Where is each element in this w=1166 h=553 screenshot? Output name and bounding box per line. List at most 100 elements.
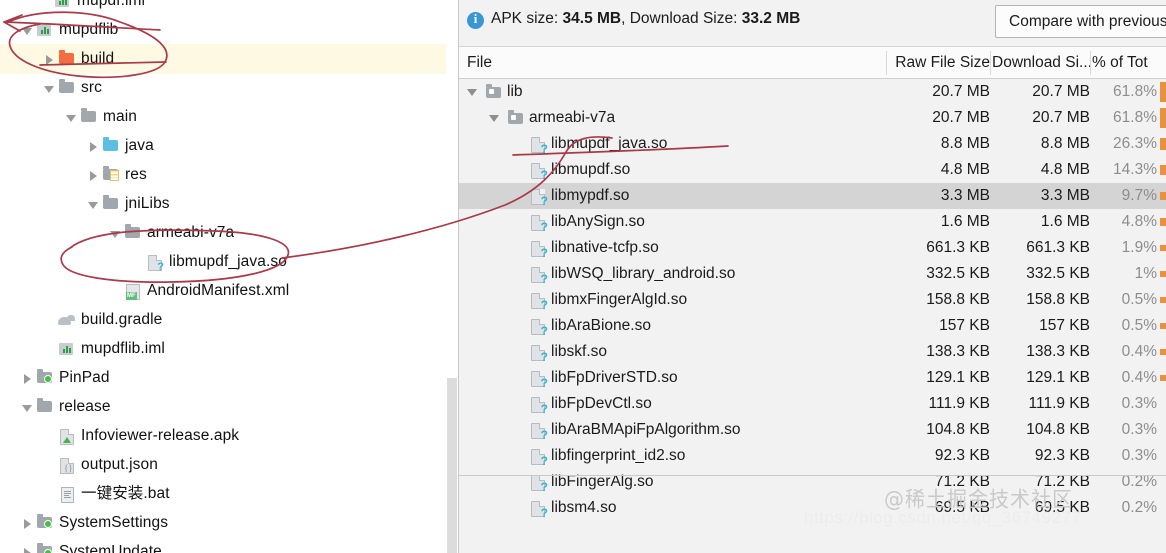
no-chevron-spacer xyxy=(44,431,55,442)
percent-of-total-cell: 0.5% xyxy=(1121,291,1157,308)
column-divider-1[interactable] xyxy=(886,51,887,75)
chevron-right-icon[interactable] xyxy=(22,518,33,529)
compare-with-previous-button[interactable]: Compare with previous ... xyxy=(995,5,1166,38)
chevron-right-icon[interactable] xyxy=(44,54,55,65)
column-header-download-size[interactable]: Download Si... xyxy=(992,47,1090,78)
table-row[interactable]: ? libmxFingerAlgId.so 158.8 KB 158.8 KB 0.5% xyxy=(459,287,1166,313)
tree-row[interactable]: MF AndroidManifest.xml xyxy=(0,276,446,306)
percent-of-total-cell: 1% xyxy=(1134,265,1157,282)
tree-row-label: res xyxy=(125,166,147,183)
table-row[interactable]: ? libFpDevCtl.so 111.9 KB 111.9 KB 0.3% xyxy=(459,391,1166,417)
tree-row[interactable]: SystemUpdate xyxy=(0,537,446,553)
table-row[interactable]: ? libskf.so 138.3 KB 138.3 KB 0.4% xyxy=(459,339,1166,365)
no-chevron-spacer xyxy=(40,0,51,7)
table-row[interactable]: ? libAraBione.so 157 KB 157 KB 0.5% xyxy=(459,313,1166,339)
table-row[interactable]: ? libnative-tcfp.so 661.3 KB 661.3 KB 1.9% xyxy=(459,235,1166,261)
tree-row[interactable]: PinPad xyxy=(0,363,446,393)
project-tree-scrollbar[interactable] xyxy=(446,0,458,553)
download-size-cell: 138.3 KB xyxy=(1026,343,1090,360)
so-file-icon: ? xyxy=(529,422,548,441)
percent-of-total-cell: 61.8% xyxy=(1113,83,1157,100)
tree-row[interactable]: 一键安装.bat xyxy=(0,479,446,509)
tree-row[interactable]: release xyxy=(0,392,446,422)
tree-row-label: build.gradle xyxy=(81,311,163,328)
chevron-right-icon[interactable] xyxy=(22,547,33,553)
percent-bar xyxy=(1160,296,1166,304)
tree-row[interactable]: mupdf.iml xyxy=(0,0,446,16)
no-chevron-spacer xyxy=(44,344,55,355)
percent-of-total-cell: 61.8% xyxy=(1113,109,1157,126)
tree-row[interactable]: Infoviewer-release.apk xyxy=(0,421,446,451)
bat-icon xyxy=(58,486,76,503)
summary-comma: , xyxy=(621,10,626,27)
chevron-right-icon[interactable] xyxy=(88,170,99,181)
chevron-down-icon[interactable] xyxy=(22,25,33,36)
so-file-icon: ? xyxy=(529,396,548,415)
download-size-cell: 332.5 KB xyxy=(1026,265,1090,282)
tree-row[interactable]: build xyxy=(0,44,446,74)
iml-icon xyxy=(36,22,54,38)
chevron-down-icon[interactable] xyxy=(66,112,77,123)
chevron-down-icon[interactable] xyxy=(110,228,121,239)
raw-file-size-cell: 20.7 MB xyxy=(932,83,990,100)
table-row[interactable]: ? libmupdf_java.so 8.8 MB 8.8 MB 26.3% xyxy=(459,131,1166,157)
module-folder-icon xyxy=(36,369,54,386)
column-header-raw-file-size[interactable]: Raw File Size xyxy=(888,47,990,78)
project-tree-panel[interactable]: mupdf.iml mupdflib build src main java res jniL… xyxy=(0,0,446,553)
table-row[interactable]: ? libAraBMApiFpAlgorithm.so 104.8 KB 104.8 … xyxy=(459,417,1166,443)
chevron-down-icon[interactable] xyxy=(489,113,500,124)
tree-row[interactable]: mupdflib xyxy=(0,15,446,45)
tree-row[interactable]: mupdflib.iml xyxy=(0,334,446,364)
tree-row[interactable]: SystemSettings xyxy=(0,508,446,538)
download-size-label: Download Size: xyxy=(629,10,738,27)
percent-of-total-cell: 0.3% xyxy=(1121,421,1157,438)
scrollbar-thumb[interactable] xyxy=(447,378,457,553)
download-size-value: 33.2 MB xyxy=(741,10,801,27)
chevron-down-icon[interactable] xyxy=(44,83,55,94)
apk-icon xyxy=(58,428,76,445)
chevron-down-icon[interactable] xyxy=(88,199,99,210)
download-size-cell: 20.7 MB xyxy=(1032,109,1090,126)
table-row[interactable]: lib 20.7 MB 20.7 MB 61.8% xyxy=(459,79,1166,105)
column-header-percent-of-total[interactable]: % of Tot xyxy=(1092,47,1148,78)
tree-row[interactable]: armeabi-v7a xyxy=(0,218,446,248)
percent-bar xyxy=(1160,165,1166,175)
raw-file-size-cell: 1.6 MB xyxy=(940,213,990,230)
file-name-cell: lib xyxy=(507,83,523,100)
tree-row-label: Infoviewer-release.apk xyxy=(81,427,240,444)
tree-row[interactable]: main xyxy=(0,102,446,132)
column-divider-3[interactable] xyxy=(1090,51,1091,75)
table-row[interactable]: ? libmupdf.so 4.8 MB 4.8 MB 14.3% xyxy=(459,157,1166,183)
percent-bar xyxy=(1160,191,1166,201)
table-row-selected[interactable]: ? libmypdf.so 3.3 MB 3.3 MB 9.7% xyxy=(459,183,1166,209)
raw-file-size-cell: 3.3 MB xyxy=(940,187,990,204)
folder-orange-icon xyxy=(58,50,76,67)
percent-of-total-cell: 14.3% xyxy=(1113,161,1157,178)
tree-row-label: mupdflib xyxy=(59,21,119,38)
column-header-file[interactable]: File xyxy=(467,47,492,78)
chevron-down-icon[interactable] xyxy=(22,402,33,413)
download-size-cell: 3.3 MB xyxy=(1040,187,1090,204)
chevron-down-icon[interactable] xyxy=(467,87,478,98)
table-row[interactable]: ? libfingerprint_id2.so 92.3 KB 92.3 KB 0.3% xyxy=(459,443,1166,469)
tree-row[interactable]: {} output.json xyxy=(0,450,446,480)
apk-summary-bar: APK size: 34.5 MB, Download Size: 33.2 M… xyxy=(459,0,1166,47)
table-row[interactable]: ? libAnySign.so 1.6 MB 1.6 MB 4.8% xyxy=(459,209,1166,235)
download-size-cell: 4.8 MB xyxy=(1040,161,1090,178)
chevron-right-icon[interactable] xyxy=(88,141,99,152)
table-row[interactable]: ? libWSQ_library_android.so 332.5 KB 332.5 … xyxy=(459,261,1166,287)
file-name-cell: armeabi-v7a xyxy=(529,109,616,126)
table-row[interactable]: armeabi-v7a 20.7 MB 20.7 MB 61.8% xyxy=(459,105,1166,131)
chevron-right-icon[interactable] xyxy=(22,373,33,384)
tree-row[interactable]: build.gradle xyxy=(0,305,446,335)
tree-row[interactable]: src xyxy=(0,73,446,103)
tree-row[interactable]: res xyxy=(0,160,446,190)
tree-row[interactable]: jniLibs xyxy=(0,189,446,219)
column-divider-2[interactable] xyxy=(990,51,991,75)
download-size-cell: 8.8 MB xyxy=(1040,135,1090,152)
tree-row[interactable]: java xyxy=(0,131,446,161)
download-size-cell: 157 KB xyxy=(1039,317,1090,334)
tree-row[interactable]: ? libmupdf_java.so xyxy=(0,247,446,277)
table-row[interactable]: ? libFpDriverSTD.so 129.1 KB 129.1 KB 0.4% xyxy=(459,365,1166,391)
so-file-icon: ? xyxy=(529,474,548,493)
